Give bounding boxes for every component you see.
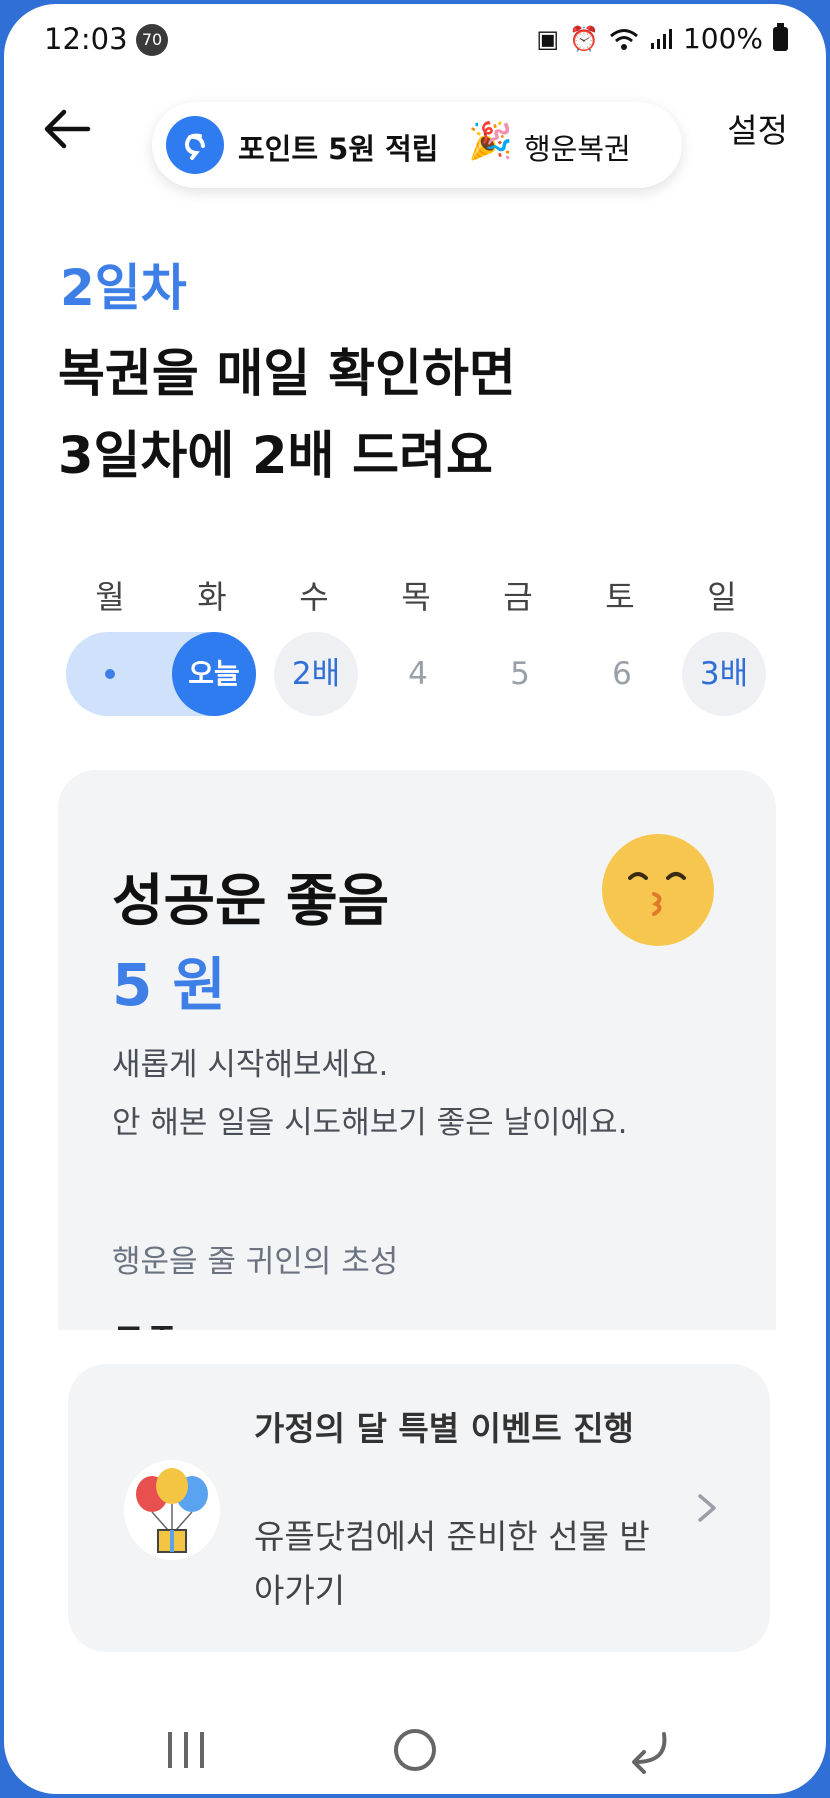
alarm-icon: ⏰ [569, 24, 599, 53]
day-count-label: 2일차 [60, 259, 187, 317]
event-title: 가정의 달 특별 이벤트 진행 [254, 1409, 634, 1448]
status-icons: ▣ ⏰ 100% [536, 22, 788, 55]
signal-icon [650, 28, 672, 49]
event-banner[interactable]: 가정의 달 특별 이벤트 진행 유플닷컴에서 준비한 선물 받아가기 [68, 1364, 770, 1652]
home-circle-icon [394, 1729, 436, 1771]
helper-initials-value: ㅁㅈ [112, 1308, 178, 1330]
headline-line-2: 3일차에 2배 드려요 [58, 427, 493, 486]
day-sat: 6 [612, 656, 632, 692]
fortune-description: 새롭게 시작해보세요. 안 해본 일을 시도해보기 좋은 날이에요. [112, 1036, 627, 1152]
fortune-card: 성공운 좋음 5 원 새롭게 시작해보세요. 안 해본 일을 시도해보기 좋은 … [58, 770, 776, 1330]
point-coin-icon [166, 116, 224, 174]
back-arrow-icon [632, 1732, 667, 1774]
chevron-right-icon [698, 1494, 716, 1522]
back-nav-button[interactable] [594, 1704, 694, 1794]
system-nav-bar [4, 1704, 826, 1794]
checked-day-dot [105, 669, 115, 679]
headline-line-1: 복권을 매일 확인하면 [58, 345, 516, 404]
wifi-icon [609, 28, 638, 50]
kissing-face-icon [602, 834, 714, 946]
notification-count-badge: 70 [136, 24, 168, 56]
battery-saver-icon: ▣ [536, 24, 560, 53]
arrow-left-icon [44, 109, 91, 149]
recent-apps-icon [168, 1732, 204, 1768]
weekday-sat: 토 [605, 578, 635, 616]
weekday-sun: 일 [707, 578, 737, 616]
weekday-tue: 화 [197, 578, 227, 616]
day-thu: 4 [408, 656, 428, 692]
weekday-fri: 금 [503, 578, 533, 616]
weekday-wed: 수 [299, 578, 329, 616]
weekday-mon: 월 [95, 578, 125, 616]
today-marker: 오늘 [172, 632, 256, 716]
balloons-gift-icon [124, 1460, 220, 1560]
battery-percent: 100% [682, 22, 763, 55]
battery-icon [773, 22, 788, 51]
helper-initials-label: 행운을 줄 귀인의 초성 [112, 1244, 399, 1280]
home-button[interactable] [365, 1704, 465, 1794]
fortune-desc-line-1: 새롭게 시작해보세요. [112, 1047, 389, 1083]
weekday-thu: 목 [401, 578, 431, 616]
point-text: 포인트 5원 적립 [238, 132, 439, 166]
party-popper-icon: 🎉 [468, 121, 513, 162]
page-headline: 복권을 매일 확인하면 3일차에 2배 드려요 [58, 334, 516, 498]
fortune-title: 성공운 좋음 [112, 869, 390, 934]
event-body: 유플닷컴에서 준비한 선물 받아가기 [254, 1517, 650, 1610]
status-time: 12:03 [44, 22, 128, 56]
day-wed-bonus: 2배 [274, 632, 358, 716]
back-button[interactable] [40, 102, 94, 156]
phone-screen: 12:03 70 ▣ ⏰ 100% 포인트 5원 적립 🎉 행운복권 설정 2일… [4, 4, 826, 1794]
fortune-desc-line-2: 안 해본 일을 시도해보기 좋은 날이에요. [112, 1105, 628, 1141]
point-reward-pill[interactable]: 포인트 5원 적립 🎉 행운복권 [152, 102, 682, 188]
settings-button[interactable]: 설정 [727, 104, 788, 152]
recent-apps-button[interactable] [136, 1704, 236, 1794]
day-sun-bonus: 3배 [682, 632, 766, 716]
lottery-label: 행운복권 [524, 132, 631, 166]
fortune-amount: 5 원 [112, 951, 226, 1019]
status-bar: 12:03 70 ▣ ⏰ 100% [4, 4, 826, 74]
day-fri: 5 [510, 656, 530, 692]
